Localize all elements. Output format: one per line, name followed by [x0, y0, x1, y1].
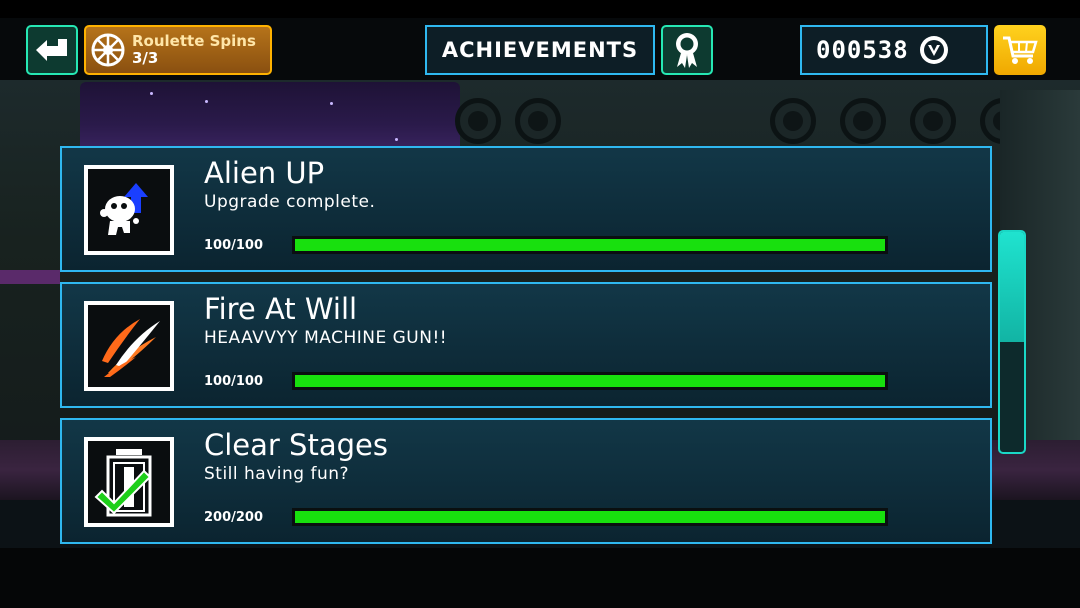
achievement-icon-frame [84, 165, 174, 255]
roulette-spins-button[interactable]: Roulette Spins 3/3 [84, 25, 272, 75]
achievement-icon-frame [84, 437, 174, 527]
coins-display: 000538 [800, 25, 988, 75]
achievement-card[interactable]: Fire At Will HEAAVVYY MACHINE GUN!! 100/… [60, 282, 992, 408]
star [330, 102, 333, 105]
progress-bar [292, 372, 888, 390]
fire-bullets-icon [102, 319, 160, 377]
porthole [840, 98, 886, 144]
porthole [910, 98, 956, 144]
spins-count: 3/3 [132, 49, 159, 67]
achievement-card[interactable]: Alien UP Upgrade complete. 100/100 [60, 146, 992, 272]
achievements-list[interactable]: Alien UP Upgrade complete. 100/100 Fire … [60, 146, 992, 546]
alien-upgrade-icon [100, 183, 148, 235]
achievement-description: HEAAVVYY MACHINE GUN!! [204, 328, 448, 348]
progress-bar-fill [295, 239, 885, 251]
star [150, 92, 153, 95]
porthole [455, 98, 501, 144]
back-arrow-icon [36, 39, 67, 61]
roulette-wheel-icon [91, 33, 125, 67]
scrollbar[interactable] [998, 230, 1026, 454]
space-window [80, 82, 460, 152]
page-title: ACHIEVEMENTS [425, 25, 655, 75]
progress-bar [292, 508, 888, 526]
pipe [0, 270, 60, 284]
progress-bar-fill [295, 375, 885, 387]
shop-button[interactable] [994, 25, 1046, 75]
spins-label: Roulette Spins [132, 32, 256, 50]
coins-value: 000538 [816, 36, 909, 64]
achievement-title: Fire At Will [204, 292, 358, 326]
bottom-shadow [0, 548, 1080, 608]
award-button[interactable] [661, 25, 713, 75]
achievement-description: Upgrade complete. [204, 192, 376, 212]
coin-icon [919, 36, 948, 64]
achievement-title: Clear Stages [204, 428, 388, 462]
achievement-icon-frame [84, 301, 174, 391]
scrollbar-thumb[interactable] [1000, 232, 1024, 342]
star [395, 138, 398, 141]
porthole [770, 98, 816, 144]
achievement-title: Alien UP [204, 156, 325, 190]
shopping-cart-icon [1003, 36, 1038, 64]
back-button[interactable] [26, 25, 78, 75]
achievement-description: Still having fun? [204, 464, 350, 484]
stage-door-check-icon [94, 449, 152, 517]
achievement-progress-text: 200/200 [204, 510, 264, 525]
progress-bar [292, 236, 888, 254]
achievement-progress-text: 100/100 [204, 374, 264, 389]
achievement-progress-text: 100/100 [204, 238, 264, 253]
progress-bar-fill [295, 511, 885, 523]
porthole [515, 98, 561, 144]
achievement-card[interactable]: Clear Stages Still having fun? 200/200 [60, 418, 992, 544]
award-ribbon-icon [676, 33, 698, 68]
star [205, 100, 208, 103]
